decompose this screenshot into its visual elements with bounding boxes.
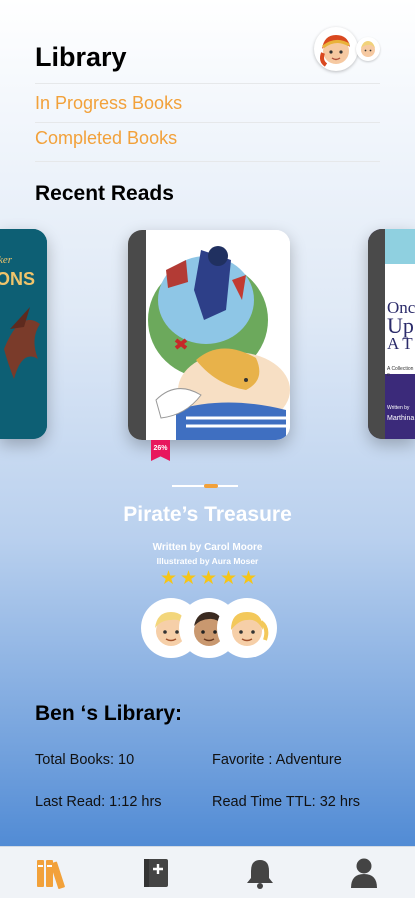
star-icon: ★ (180, 568, 198, 589)
bell-icon (246, 859, 273, 889)
tab-notifications[interactable] (208, 847, 311, 898)
stat-read-time: Read Time TTL: 32 hrs (212, 794, 361, 810)
divider (35, 122, 380, 123)
book-title: Pirate’s Treasure (123, 503, 292, 526)
tab-library[interactable] (0, 847, 103, 898)
stat-last-read: Last Read: 1:12 hrs (35, 794, 162, 810)
reader-avatar[interactable] (217, 598, 277, 658)
dragon-book-cover: ker ONS (0, 229, 47, 439)
book-illustrator: Illustrated by Aura Moser (156, 556, 259, 566)
completed-books-link[interactable]: Completed Books (35, 128, 177, 149)
cover-caption: A Collection o (387, 366, 414, 378)
add-book-icon (143, 858, 168, 887)
carousel-indicator[interactable] (204, 484, 218, 488)
star-icon: ★ (200, 568, 218, 589)
page-title: Library (35, 42, 127, 72)
progress-bookmark: 26% (151, 440, 170, 461)
divider (35, 83, 380, 84)
in-progress-books-link[interactable]: In Progress Books (35, 93, 182, 114)
cover-line: Up (387, 313, 414, 338)
book-cover-pirates-treasure[interactable] (128, 230, 290, 440)
divider (35, 161, 380, 162)
tab-add-book[interactable] (104, 847, 207, 898)
star-icon: ★ (160, 568, 178, 589)
book-cover-right[interactable]: Onc Up A T A Collection o Written by Mar… (368, 229, 415, 439)
boy-avatar-icon (361, 41, 375, 57)
svg-text:ONS: ONS (0, 269, 35, 289)
star-icon: ★ (240, 568, 258, 589)
user-library-title: Ben ‘s Library: (35, 702, 183, 725)
cover-written: Written by (387, 405, 410, 411)
book-spine (368, 229, 385, 439)
user-avatar[interactable] (314, 27, 358, 71)
recent-reads-title: Recent Reads (35, 182, 174, 205)
books-icon (36, 859, 65, 889)
tab-profile[interactable] (312, 847, 415, 898)
book-author: Written by Carol Moore (152, 542, 263, 553)
cover-author: Marthina (387, 415, 415, 422)
svg-text:ker: ker (0, 254, 13, 266)
book-cover-text: Onc Up A T (387, 299, 415, 353)
stat-favorite: Favorite : Adventure (212, 752, 342, 768)
stat-total-books: Total Books: 10 (35, 752, 135, 768)
girl-avatar-icon (320, 35, 350, 67)
secondary-avatar[interactable] (356, 37, 380, 61)
bottom-tab-bar (0, 846, 415, 898)
book-cover-left[interactable]: ker ONS (0, 229, 47, 439)
book-spine (128, 230, 146, 440)
blonde-girl-icon (231, 612, 269, 646)
cover-line: A T (387, 334, 413, 353)
pirate-illustration (146, 230, 290, 440)
star-icon: ★ (220, 568, 238, 589)
rating-stars: ★ ★ ★ ★ ★ (160, 568, 260, 590)
profile-icon (350, 858, 377, 888)
